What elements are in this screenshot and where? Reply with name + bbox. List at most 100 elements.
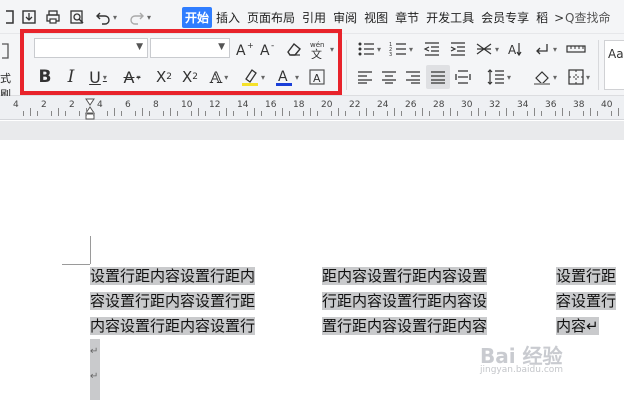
text-line-content: 置行距内容设置行距内容 [322,317,488,335]
ruler-tick [51,111,52,116]
ruler-tick [499,111,500,116]
ruler-tick [163,111,164,116]
align-right-icon[interactable] [402,66,424,88]
ruler-number: 4 [13,100,19,110]
borders-icon[interactable]: ▾ [564,66,594,88]
text-line-content: 内容设置行距内容设置行 [90,317,256,335]
ruler-tick [233,111,234,116]
tab-insert[interactable]: 插入 [213,7,243,28]
ruler-tick [534,108,535,116]
ruler-tick [261,111,262,116]
ruler-number: 10 [181,100,193,110]
ruler-tick [541,111,542,116]
undo-icon[interactable]: ▾ [92,6,120,28]
ruler-tick [457,111,458,116]
align-left-icon[interactable] [354,66,376,88]
ruler-tick [247,111,248,116]
tab-developer[interactable]: 开发工具 [423,7,477,28]
text-line: 距内容设置行距内容设置 [322,264,488,289]
horizontal-ruler[interactable]: 4 2 2 4 6 8 10 12 14 16 18 20 22 24 26 28 30 32 34 36 38 40 [0,96,624,120]
ruler-number: 16 [265,100,277,110]
ruler-tick [562,108,563,116]
ruler-tick [401,111,402,116]
ruler-tick [226,108,227,116]
ruler-tick [583,111,584,116]
tab-view[interactable]: 视图 [361,7,391,28]
ruler-tick [555,111,556,116]
text-line: 容设置行 [556,289,617,314]
chinese-layout-icon[interactable]: ▾ [472,38,502,60]
text-line-content: 行距内容设置行距内容设 [322,292,488,310]
ruler-number: 34 [517,100,529,110]
sort-icon[interactable]: A [504,38,528,60]
increase-indent-icon[interactable] [446,38,470,60]
print-icon[interactable] [42,6,64,28]
chevron-right-icon[interactable]: > [554,11,564,25]
ruler-tick [198,108,199,116]
ruler-number: 14 [237,100,249,110]
crop-mark [62,264,90,265]
text-line-content: 设置行距 [556,267,617,285]
style-gallery[interactable]: Aa [604,40,624,90]
ruler-number: 18 [293,100,305,110]
group-separator [598,40,599,90]
show-hide-marks-icon[interactable]: ▾ [530,38,560,60]
text-line-content: 距内容设置行距内容设置 [322,267,488,285]
shading-icon[interactable]: ▾ [530,66,560,88]
tab-overflow[interactable]: 稻 [533,7,551,28]
baidu-watermark: Bai 经验 jingyan.baidu.com [480,340,563,375]
watermark-url: jingyan.baidu.com [480,365,564,375]
ruler-tick [191,111,192,116]
text-column-1[interactable]: 设置行距内容设置行距内 容设置行距内容设置行距 内容设置行距内容设置行 [90,264,256,339]
search-box[interactable]: Q查找命 [565,6,624,28]
ruler-tick [142,108,143,116]
ruler-tick [37,111,38,116]
ruler-tick [107,111,108,116]
tab-review[interactable]: 审阅 [330,7,360,28]
save-as-icon[interactable] [18,6,40,28]
paragraph-mark: ↵ [90,364,100,389]
ruler-tick [429,111,430,116]
ruler-number: 8 [153,100,159,110]
distributed-align-icon[interactable] [452,66,474,88]
text-column-3[interactable]: 设置行距 容设置行 内容↵ [556,264,617,339]
ruler-tick [450,108,451,116]
text-column-2[interactable]: 距内容设置行距内容设置 行距内容设置行距内容设 置行距内容设置行距内容 [322,264,488,339]
tab-page-layout[interactable]: 页面布局 [244,7,298,28]
ruler-number: 2 [69,100,75,110]
ribbon: 式刷 ▼ ▼ A + A- wén 文 ▾ B I U ▾ A ▾ X2 X2 𝔸 ▾ ▾ … [0,29,624,101]
print-preview-icon[interactable] [66,6,88,28]
decrease-indent-icon[interactable] [420,38,444,60]
bullet-list-button[interactable]: ▾ [354,38,384,60]
tab-member[interactable]: 会员专享 [478,7,532,28]
tab-references[interactable]: 引用 [299,7,329,28]
numbered-list-button[interactable]: 1 2 3 ▾ [386,38,416,60]
ruler-tick [485,111,486,116]
tab-section[interactable]: 章节 [392,7,422,28]
text-line-content: 内容↵ [556,317,599,335]
svg-text:3: 3 [389,52,392,57]
table-tools-icon[interactable] [564,38,588,60]
menu-tabs: 开始 插入 页面布局 引用 审阅 视图 章节 开发工具 会员专享 稻 > [182,7,564,28]
line-spacing-button[interactable]: ▾ [484,66,514,88]
quick-access-edge-icon[interactable] [2,6,16,28]
ruler-tick [513,111,514,116]
text-line: 置行距内容设置行距内容 [322,314,488,339]
group-separator [346,40,347,90]
ruler-tick [611,111,612,116]
ruler-tick [338,108,339,116]
tab-home[interactable]: 开始 [182,7,213,28]
ruler-tick [79,111,80,116]
justify-icon[interactable] [426,65,450,89]
ruler-tick [86,108,87,116]
ruler-tick [359,111,360,116]
ruler-tick [282,108,283,116]
ruler-tick [65,111,66,116]
ruler-number: 4 [97,100,103,110]
ruler-tick [23,111,24,116]
ruler-number: 36 [545,100,557,110]
ruler-tick [597,111,598,116]
align-center-icon[interactable] [378,66,400,88]
format-painter-button[interactable]: 式刷 [0,34,18,101]
redo-icon[interactable]: ▾ [126,6,154,28]
